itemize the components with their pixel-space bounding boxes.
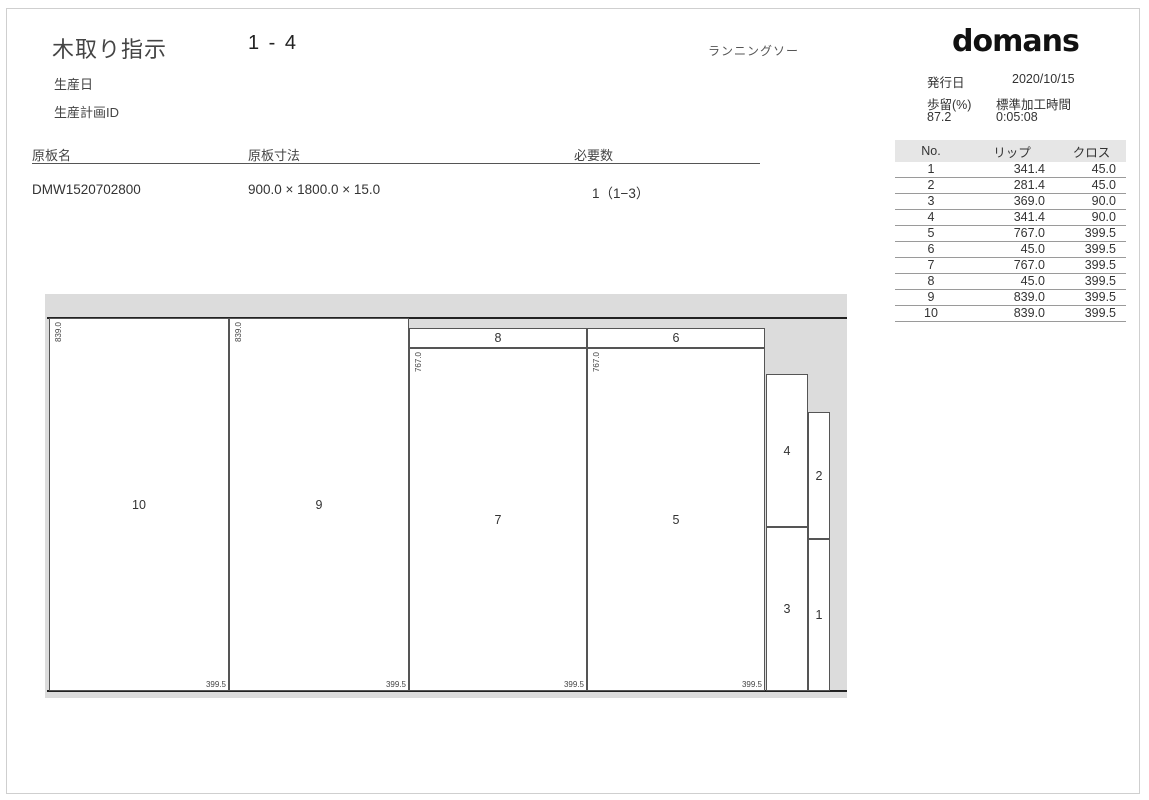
plan-id-label: 生産計画ID: [54, 105, 120, 120]
part-rip: 45.0: [967, 241, 1057, 258]
piece-width-label: 399.5: [741, 680, 762, 689]
part-rip: 767.0: [967, 225, 1057, 242]
part-rip: 341.4: [967, 209, 1057, 226]
required-qty-header: 必要数: [574, 148, 614, 163]
machine-name: ランニングソー: [708, 44, 800, 58]
table-row: 7 767.0 399.5: [895, 257, 1126, 274]
part-no: 2: [895, 177, 967, 194]
part-no: 9: [895, 289, 967, 306]
piece-number: 6: [672, 331, 680, 345]
piece-number: 8: [494, 331, 502, 345]
piece-number: 5: [672, 512, 680, 527]
table-row: 3 369.0 90.0: [895, 193, 1126, 210]
part-cross: 399.5: [1057, 241, 1126, 258]
part-no: 7: [895, 257, 967, 274]
piece-width-label: 399.5: [385, 680, 406, 689]
col-cross-header: クロス: [1057, 140, 1126, 162]
piece-length-label: 839.0: [234, 322, 243, 343]
piece-number: 4: [783, 443, 791, 458]
table-row: 8 45.0 399.5: [895, 273, 1126, 290]
part-cross: 399.5: [1057, 273, 1126, 290]
part-cross: 45.0: [1057, 177, 1126, 194]
part-cross: 399.5: [1057, 257, 1126, 274]
board-name: DMW1520702800: [32, 182, 141, 197]
part-rip: 45.0: [967, 273, 1057, 290]
domans-logo: domans: [952, 24, 1080, 59]
required-qty: 1（1−3）: [592, 186, 650, 201]
part-no: 3: [895, 193, 967, 210]
piece-number: 1: [815, 608, 823, 622]
cutting-layout-board: 839.0 10 399.5 839.0 9 399.5 8 6 767.0 7…: [45, 294, 847, 698]
part-no: 10: [895, 305, 967, 322]
piece-9: 839.0 9 399.5: [229, 318, 409, 691]
piece-8: 8: [409, 328, 587, 348]
piece-2: 2: [808, 412, 830, 539]
part-cross: 399.5: [1057, 225, 1126, 242]
piece-number: 2: [815, 468, 823, 483]
table-row: 6 45.0 399.5: [895, 241, 1126, 258]
part-cross: 45.0: [1057, 162, 1126, 178]
std-time-value: 0:05:08: [996, 110, 1038, 124]
table-row: 5 767.0 399.5: [895, 225, 1126, 242]
col-rip-header: リップ: [967, 140, 1057, 162]
piece-number: 9: [315, 497, 323, 512]
table-row: 10 839.0 399.5: [895, 305, 1126, 322]
parts-table: No. リップ クロス 1 341.4 45.0 2 281.4 45.0 3 369.0…: [895, 140, 1126, 322]
piece-3: 3: [766, 527, 808, 691]
part-no: 6: [895, 241, 967, 258]
part-rip: 839.0: [967, 289, 1057, 306]
piece-5: 767.0 5 399.5: [587, 348, 765, 691]
part-no: 5: [895, 225, 967, 242]
issue-date-value: 2020/10/15: [1012, 72, 1075, 86]
production-date-label: 生産日: [54, 77, 94, 92]
part-cross: 90.0: [1057, 209, 1126, 226]
piece-number: 10: [132, 497, 146, 512]
part-cross: 399.5: [1057, 289, 1126, 306]
board-dims: 900.0 × 1800.0 × 15.0: [248, 182, 381, 197]
piece-4: 4: [766, 374, 808, 527]
part-rip: 369.0: [967, 193, 1057, 210]
piece-10: 839.0 10 399.5: [49, 318, 229, 691]
piece-width-label: 399.5: [563, 680, 584, 689]
part-no: 4: [895, 209, 967, 226]
part-rip: 341.4: [967, 162, 1057, 178]
board-dims-header: 原板寸法: [248, 148, 301, 163]
table-row: 9 839.0 399.5: [895, 289, 1126, 306]
part-no: 8: [895, 273, 967, 290]
header-divider: [32, 163, 760, 164]
table-row: 1 341.4 45.0: [895, 162, 1126, 178]
part-rip: 281.4: [967, 177, 1057, 194]
part-cross: 90.0: [1057, 193, 1126, 210]
part-rip: 767.0: [967, 257, 1057, 274]
piece-7: 767.0 7 399.5: [409, 348, 587, 691]
page-title: 木取り指示: [52, 37, 168, 62]
instruction-code: 1 - 4: [248, 32, 299, 54]
yield-value: 87.2: [927, 110, 952, 124]
piece-number: 7: [494, 512, 502, 527]
piece-6: 6: [587, 328, 765, 348]
parts-table-header: No. リップ クロス: [895, 140, 1126, 162]
col-no-header: No.: [895, 140, 967, 162]
part-no: 1: [895, 162, 967, 178]
board-name-header: 原板名: [32, 148, 72, 163]
piece-width-label: 399.5: [205, 680, 226, 689]
table-row: 4 341.4 90.0: [895, 209, 1126, 226]
piece-number: 3: [783, 602, 791, 616]
piece-1: 1: [808, 539, 830, 691]
issue-date-label: 発行日: [927, 76, 965, 90]
part-rip: 839.0: [967, 305, 1057, 322]
piece-length-label: 839.0: [54, 322, 63, 343]
part-cross: 399.5: [1057, 305, 1126, 322]
table-row: 2 281.4 45.0: [895, 177, 1126, 194]
piece-length-label: 767.0: [592, 352, 601, 373]
piece-length-label: 767.0: [414, 352, 423, 373]
